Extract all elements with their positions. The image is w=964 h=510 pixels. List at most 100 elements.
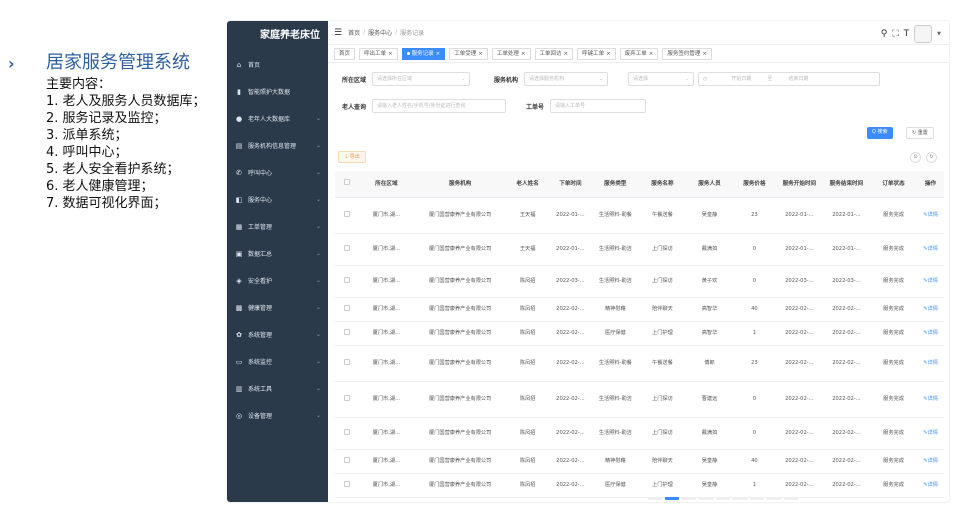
row-checkbox-cell[interactable]: [335, 417, 359, 450]
tab[interactable]: 首页: [334, 47, 356, 60]
row-checkbox[interactable]: [343, 394, 350, 401]
tab[interactable]: 服务记录 ×: [401, 47, 446, 60]
close-icon[interactable]: ×: [521, 51, 526, 57]
region-select[interactable]: 请选择所在区域 ⌄: [372, 72, 471, 86]
order-no-input[interactable]: 请输入工单号: [550, 99, 647, 113]
tab[interactable]: 呼键工单 ×: [577, 47, 616, 60]
table-cell: 40: [733, 297, 776, 322]
sidebar-item[interactable]: ◧ 服务中心 ⌄: [227, 186, 328, 213]
tab-label: 废弃工单: [624, 50, 647, 57]
sidebar-item[interactable]: ✿ 系统管理 ⌄: [227, 321, 328, 348]
row-checkbox-cell[interactable]: [335, 321, 359, 346]
table-row[interactable]: 厦门市,湖... 厦门国营康养产业有限公司 陈凤招 2022-03-... 生活照料-助…: [335, 265, 944, 298]
tab[interactable]: 工单受理 ×: [449, 47, 488, 60]
sidebar-item[interactable]: ▦ 工单管理 ⌄: [227, 213, 328, 240]
tab[interactable]: 服务签约管理 ×: [662, 47, 713, 60]
tab[interactable]: 工单处理 ×: [491, 47, 531, 60]
row-checkbox[interactable]: [343, 210, 350, 217]
row-checkbox[interactable]: [343, 276, 350, 283]
sidebar-item[interactable]: ● 老年人大数据库 ⌄: [227, 105, 328, 132]
sidebar-item[interactable]: ◎ 设备管理 ⌄: [227, 402, 328, 429]
chevron-down-icon[interactable]: ▼: [937, 31, 941, 37]
close-icon[interactable]: ×: [564, 51, 569, 57]
detail-link[interactable]: ✎详情: [917, 297, 944, 322]
status-select[interactable]: 请选择 ⌄: [628, 72, 694, 86]
select-all-checkbox-cell[interactable]: [335, 171, 359, 198]
chevron-down-icon: ⌄: [315, 412, 321, 419]
org-select[interactable]: 请选择服务机构 ⌄: [524, 72, 609, 86]
table-row[interactable]: 厦门市,湖... 厦门国营康养产业有限公司 王天福 2022-01-... 生活照料-助…: [335, 197, 944, 234]
close-icon[interactable]: ×: [478, 51, 483, 57]
elder-query-input[interactable]: 请输入老人姓名/手机号/身份证进行查询: [372, 99, 507, 113]
search-icon[interactable]: ⚲: [881, 29, 888, 39]
row-checkbox-cell[interactable]: [335, 449, 359, 474]
row-checkbox-cell[interactable]: [335, 197, 359, 234]
sidebar-item[interactable]: ▮ 智能照护大数据: [227, 78, 328, 105]
export-button[interactable]: ⇣ 导出: [338, 151, 366, 163]
table-row[interactable]: 厦门市,湖... 厦门国营康养产业有限公司 陈凤招 2022-02-... 生活照料-助…: [335, 417, 944, 450]
row-checkbox-cell[interactable]: [335, 345, 359, 382]
table-row[interactable]: 厦门市,湖... 厦门国营康养产业有限公司 陈凤招 2022-02-... 精神慰藉 陪伴…: [335, 297, 944, 322]
sidebar-item[interactable]: ▤ 服务机构信息管理 ⌄: [227, 132, 328, 159]
close-icon[interactable]: ×: [388, 51, 393, 57]
row-checkbox[interactable]: [343, 244, 350, 251]
sidebar-item[interactable]: ▥ 系统工具 ⌄: [227, 375, 328, 402]
row-checkbox[interactable]: [343, 304, 350, 311]
select-all-checkbox[interactable]: [343, 179, 350, 186]
row-checkbox[interactable]: [343, 480, 350, 487]
table-cell: 40: [733, 449, 776, 474]
breadcrumb-service-center[interactable]: 服务中心: [368, 28, 392, 37]
close-icon[interactable]: ×: [436, 51, 441, 57]
table-row[interactable]: 厦门市,湖... 厦门国营康养产业有限公司 陈凤招 2022-02-... 生活照料-助…: [335, 345, 944, 382]
font-size-icon[interactable]: T: [904, 29, 910, 39]
sidebar-item[interactable]: ▭ 系统监控 ⌄: [227, 348, 328, 375]
sidebar-item[interactable]: ⌂ 首页: [227, 51, 328, 78]
table-row[interactable]: 厦门市,湖... 厦门国营康养产业有限公司 陈凤招 2022-02-... 医疗保健 上门…: [335, 473, 944, 498]
breadcrumb-home[interactable]: 首页: [348, 28, 360, 37]
table-row[interactable]: 厦门市,湖... 厦门国营康养产业有限公司 陈凤招 2022-02-... 精神慰藉 陪伴…: [335, 449, 944, 474]
row-checkbox[interactable]: [343, 428, 350, 435]
fullscreen-icon[interactable]: ⛶: [892, 29, 898, 39]
tab[interactable]: 呼出工单 ×: [359, 47, 398, 60]
sidebar-item[interactable]: ▩ 健康管理 ⌄: [227, 294, 328, 321]
row-checkbox[interactable]: [343, 358, 350, 365]
detail-link[interactable]: ✎详情: [917, 265, 944, 298]
close-icon[interactable]: ×: [606, 51, 611, 57]
detail-link[interactable]: ✎详情: [917, 417, 944, 450]
detail-link[interactable]: ✎详情: [917, 197, 944, 234]
row-checkbox-cell[interactable]: [335, 473, 359, 498]
close-icon[interactable]: ×: [702, 51, 707, 57]
column-toggle-icon[interactable]: ⊙: [910, 152, 921, 163]
detail-link[interactable]: ✎详情: [917, 381, 944, 418]
detail-link[interactable]: ✎详情: [917, 345, 944, 382]
reset-button[interactable]: ↻ 重置: [906, 127, 934, 139]
table-cell: 上门探访: [638, 381, 686, 418]
date-range-picker[interactable]: ◷ 开始日期 至 结束日期: [698, 72, 880, 86]
detail-link[interactable]: ✎详情: [917, 449, 944, 474]
refresh-icon[interactable]: ↻: [926, 152, 937, 163]
tab[interactable]: 工单回访 ×: [534, 47, 574, 60]
avatar[interactable]: [914, 25, 933, 43]
menu-toggle-icon[interactable]: ☰: [334, 28, 342, 38]
close-icon[interactable]: ×: [649, 51, 654, 57]
pagination[interactable]: [648, 497, 798, 500]
row-checkbox-cell[interactable]: [335, 233, 359, 266]
detail-link[interactable]: ✎详情: [917, 233, 944, 266]
row-checkbox-cell[interactable]: [335, 265, 359, 298]
row-checkbox-cell[interactable]: [335, 297, 359, 322]
table-row[interactable]: 厦门市,湖... 厦门国营康养产业有限公司 陈凤招 2022-02-... 医疗保健 上门…: [335, 321, 944, 346]
tab[interactable]: 废弃工单 ×: [619, 47, 659, 60]
sidebar-item[interactable]: ✆ 呼叫中心 ⌄: [227, 159, 328, 186]
table-row[interactable]: 厦门市,湖... 厦门国营康养产业有限公司 陈凤招 2022-02-... 生活照料-助…: [335, 381, 944, 418]
intro-item: 3. 派单系统；: [46, 128, 128, 143]
row-checkbox[interactable]: [343, 456, 350, 463]
sidebar-item[interactable]: ◈ 安全看护 ⌄: [227, 267, 328, 294]
search-button[interactable]: Q 搜索: [867, 127, 893, 139]
sidebar-item[interactable]: ▣ 数据汇总 ⌄: [227, 240, 328, 267]
row-checkbox-cell[interactable]: [335, 381, 359, 418]
table-row[interactable]: 厦门市,湖... 厦门国营康养产业有限公司 王天福 2022-01-... 生活照料-助…: [335, 233, 944, 266]
row-checkbox[interactable]: [343, 328, 350, 335]
detail-link[interactable]: ✎详情: [917, 321, 944, 346]
table-cell: 2022-02-...: [822, 321, 870, 346]
detail-link[interactable]: ✎详情: [917, 473, 944, 498]
